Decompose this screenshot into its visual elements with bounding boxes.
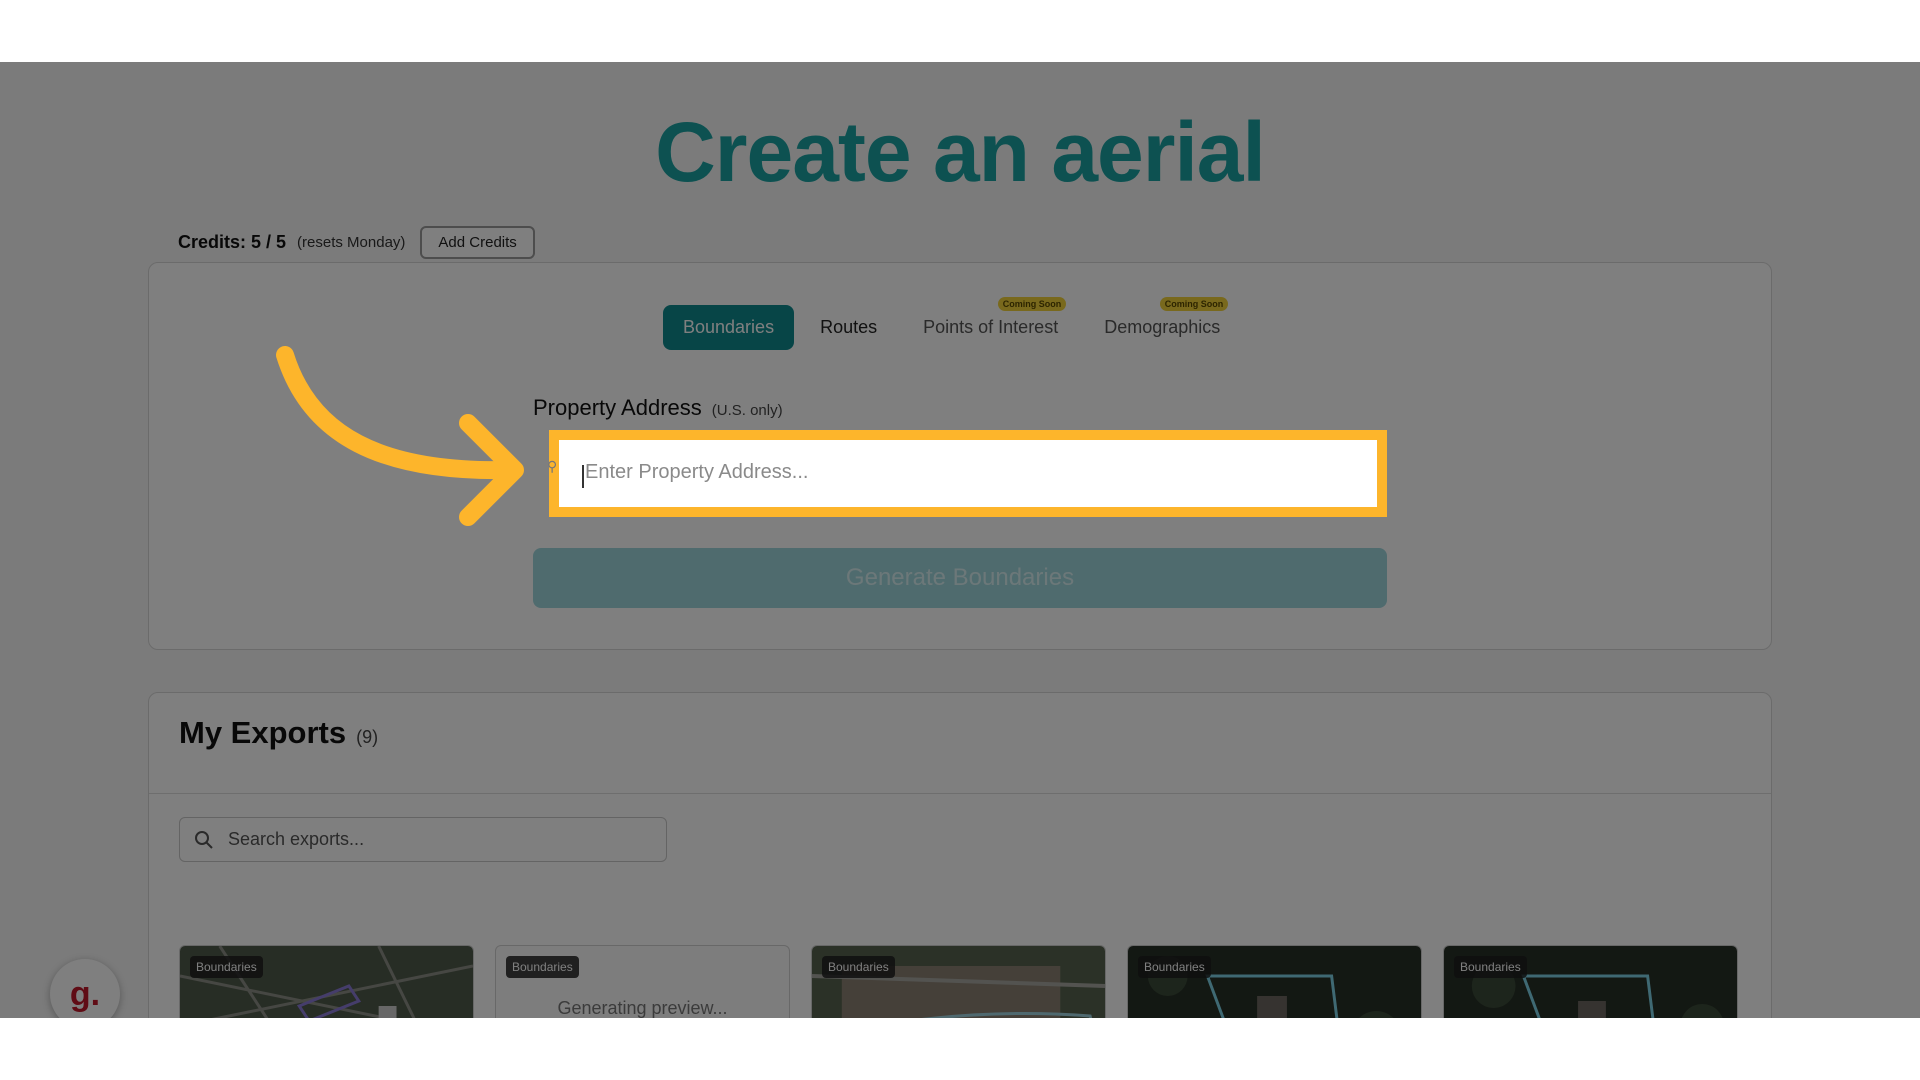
divider (149, 793, 1771, 794)
tab-label: Routes (820, 317, 878, 337)
page-title: Create an aerial (655, 105, 1266, 199)
add-credits-button[interactable]: Add Credits (420, 226, 535, 259)
exports-title: My Exports (179, 715, 347, 750)
search-placeholder: Search exports... (228, 829, 365, 849)
generate-boundaries-button[interactable]: Generate Boundaries (533, 548, 1387, 608)
search-exports-input[interactable]: Search exports... (179, 817, 667, 862)
credits-bar: Credits: 5 / 5 (resets Monday) Add Credi… (178, 226, 535, 259)
address-hint: (U.S. only) (711, 402, 783, 419)
export-card[interactable]: Boundaries Generating preview... (495, 945, 790, 1018)
arrow-annotation-icon (276, 346, 524, 526)
export-type-badge: Boundaries (1138, 956, 1211, 978)
app-page: Create an aerial Credits: 5 / 5 (resets … (0, 62, 1920, 1018)
help-widget[interactable]: g. (50, 959, 120, 1018)
exports-header: My Exports (9) (179, 715, 378, 751)
mode-tabs: Boundaries Routes Coming Soon Points of … (663, 297, 1246, 350)
search-icon: ⚲ (547, 458, 558, 474)
address-label-text: Property Address (533, 395, 702, 420)
coming-soon-badge: Coming Soon (997, 297, 1067, 311)
tab-label: Points of Interest (923, 317, 1059, 337)
export-card[interactable]: Boundaries (811, 945, 1106, 1018)
tab-demographics[interactable]: Coming Soon Demographics (1084, 297, 1240, 350)
export-type-badge: Boundaries (506, 956, 579, 978)
tab-points-of-interest[interactable]: Coming Soon Points of Interest (903, 297, 1078, 350)
property-address-input[interactable]: ⚲ Enter Property Address... (547, 430, 1387, 517)
credits-reset-note: (resets Monday) (297, 234, 406, 251)
export-card[interactable]: Boundaries (1127, 945, 1422, 1018)
export-type-badge: Boundaries (190, 956, 263, 978)
text-caret (582, 465, 584, 488)
search-icon (195, 830, 213, 849)
property-address-label: Property Address (U.S. only) (533, 395, 783, 421)
exports-count: (9) (356, 727, 379, 747)
tab-routes[interactable]: Routes (800, 305, 897, 350)
export-card[interactable]: Boundaries (179, 945, 474, 1018)
export-type-badge: Boundaries (1454, 956, 1527, 978)
credits-count: Credits: 5 / 5 (178, 232, 287, 252)
my-exports-section: My Exports (9) Search exports... Boundar… (148, 692, 1772, 1018)
coming-soon-badge: Coming Soon (1159, 297, 1229, 311)
tab-label: Boundaries (683, 317, 775, 337)
generating-preview-text: Generating preview... (557, 998, 728, 1018)
address-placeholder: Enter Property Address... (585, 461, 809, 483)
export-card[interactable]: Boundaries (1443, 945, 1738, 1018)
tab-label: Demographics (1104, 317, 1221, 337)
export-type-badge: Boundaries (822, 956, 895, 978)
tab-boundaries[interactable]: Boundaries (663, 305, 795, 350)
